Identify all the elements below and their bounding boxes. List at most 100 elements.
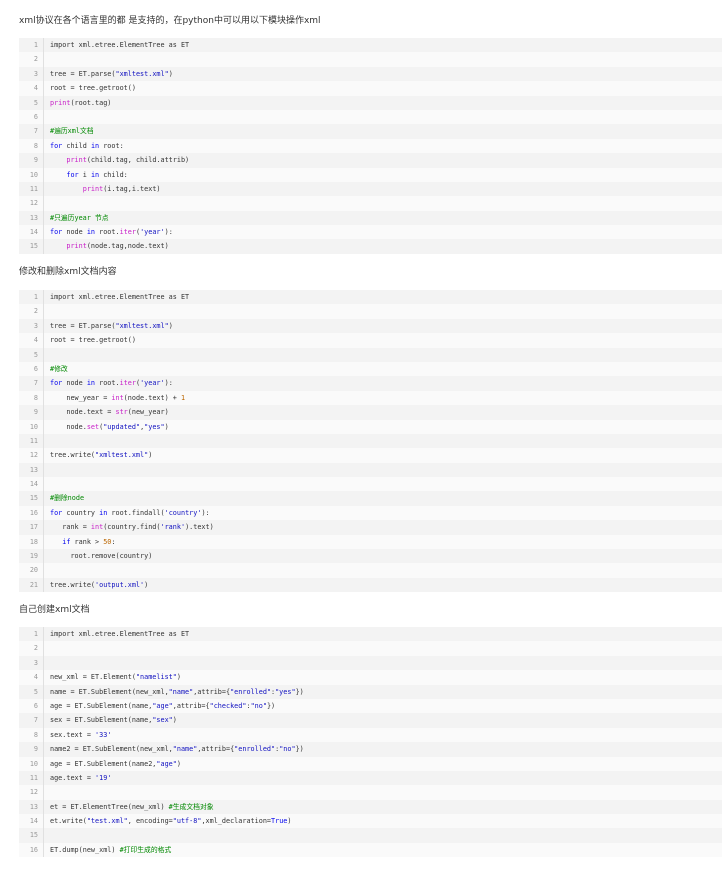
code-line: 12: [19, 785, 722, 800]
code-text: for i in child:: [50, 168, 127, 182]
line-number: 5: [33, 350, 38, 359]
code-token: int: [90, 523, 104, 532]
code-text: #删除node: [50, 491, 84, 505]
code-token: print: [82, 184, 104, 193]
code-token: root.remove(country): [50, 552, 153, 561]
code-text: sex = ET.SubElement(name,"sex"): [50, 713, 177, 727]
code-token: ):: [164, 228, 173, 237]
code-token: "namelist": [135, 673, 177, 682]
code-token: "xmltest.xml": [95, 451, 149, 460]
code-token: ET.dump(new_xml): [50, 845, 120, 854]
code-token: (node.text) +: [123, 393, 181, 402]
code-token: "yes": [144, 422, 165, 431]
code-line: 11: [19, 433, 722, 449]
code-token: "enrolled": [234, 745, 276, 754]
code-token: tree.write(: [50, 451, 96, 460]
code-token: ): [148, 451, 153, 460]
code-token: root:: [99, 141, 124, 150]
code-token: import xml.etree.ElementTree as ET: [50, 293, 190, 301]
code-token: "updated": [103, 422, 141, 431]
code-token: "name": [168, 687, 194, 696]
code-token: print: [66, 242, 87, 251]
code-text: name = ET.SubElement(new_xml,"name",attr…: [50, 685, 304, 699]
gutter-divider: [43, 196, 44, 211]
code-block-create: 1 import xml.etree.ElementTree as ET 2 3 4 ne…: [19, 627, 722, 858]
code-token: root.findall(: [107, 508, 165, 517]
line-number: 9: [33, 408, 38, 417]
code-text: root = tree.getroot(): [50, 333, 136, 347]
gutter-divider: [43, 181, 44, 197]
code-token: import xml.etree.ElementTree as ET: [50, 41, 190, 49]
line-number: 10: [29, 759, 38, 768]
code-token: rank >: [70, 537, 104, 546]
line-number: 1: [33, 293, 38, 301]
code-line: 3: [19, 655, 722, 671]
code-token: #遍历xml文档: [50, 127, 94, 136]
code-text: new_xml = ET.Element("namelist"): [50, 670, 181, 684]
line-number: 9: [33, 156, 38, 165]
gutter-divider: [43, 347, 44, 362]
code-line: 10 age = ET.SubElement(name2,"age"): [19, 756, 722, 771]
gutter-divider: [43, 361, 44, 377]
code-token: root = tree.getroot(): [50, 336, 136, 345]
code-text: print(i.tag,i.text): [50, 182, 161, 196]
line-number: 3: [33, 658, 38, 667]
line-number: 6: [33, 364, 38, 373]
code-line: 15 #删除node: [19, 491, 722, 506]
code-token: 'output.xml': [95, 580, 145, 589]
line-number: 6: [33, 701, 38, 710]
gutter-divider: [43, 167, 44, 182]
code-text: print(child.tag, child.attrib): [50, 153, 189, 167]
gutter-divider: [43, 390, 44, 406]
line-number: 18: [29, 537, 38, 546]
code-line: 12 tree.write("xmltest.xml"): [19, 448, 722, 463]
code-line: 12: [19, 196, 722, 211]
code-token: #生成文档对象: [168, 802, 214, 811]
code-token: "checked": [209, 701, 247, 710]
gutter-divider: [43, 477, 44, 492]
code-line: 2: [19, 304, 722, 319]
line-number: 8: [33, 141, 38, 150]
code-text: tree = ET.parse("xmltest.xml"): [50, 319, 173, 333]
code-token: 'country': [164, 508, 202, 517]
gutter-divider: [43, 318, 44, 334]
code-text: age = ET.SubElement(name2,"age"): [50, 757, 181, 771]
code-text: for country in root.findall('country'):: [50, 506, 210, 520]
code-line: 9 print(child.tag, child.attrib): [19, 153, 722, 168]
line-number: 5: [33, 98, 38, 107]
code-text: import xml.etree.ElementTree as ET: [50, 290, 189, 304]
line-number: 17: [29, 523, 38, 532]
gutter-divider: [43, 799, 44, 815]
code-token: ): [287, 817, 292, 826]
gutter-divider: [43, 38, 44, 53]
gutter-divider: [43, 448, 44, 463]
code-token: (child.tag, child.attrib): [86, 156, 190, 165]
code-token: ): [144, 580, 149, 589]
code-line: 7 sex = ET.SubElement(name,"sex"): [19, 713, 722, 728]
code-line: 6 #修改: [19, 361, 722, 377]
gutter-divider: [43, 842, 44, 858]
code-text: if rank > 50:: [50, 535, 115, 549]
gutter-divider: [43, 491, 44, 506]
code-block-modify-delete: 1 import xml.etree.ElementTree as ET 2 3 tre…: [19, 290, 722, 593]
code-token: et = ET.ElementTree(new_xml): [50, 802, 169, 811]
section-heading-modify-delete: 修改和删除xml文档内容: [19, 267, 117, 277]
code-line: 8 sex.text = '33': [19, 727, 722, 743]
code-token: '19': [95, 773, 112, 782]
code-text: node.text = str(new_year): [50, 405, 168, 419]
code-token: for: [50, 508, 63, 517]
code-text: #修改: [50, 362, 68, 376]
code-text: root = tree.getroot(): [50, 81, 136, 95]
code-text: et = ET.ElementTree(new_xml) #生成文档对象: [50, 800, 214, 814]
gutter-divider: [43, 756, 44, 771]
code-line: 11 age.text = '19': [19, 770, 722, 786]
code-text: tree.write('output.xml'): [50, 578, 148, 592]
code-token: ): [176, 759, 181, 768]
code-token: "name": [172, 745, 198, 754]
code-line: 14 for node in root.iter('year'):: [19, 225, 722, 240]
code-line: 18 if rank > 50:: [19, 534, 722, 550]
code-text: for node in root.iter('year'):: [50, 376, 173, 390]
code-token: ,xml_declaration=: [201, 817, 272, 826]
code-line: 7 #遍历xml文档: [19, 124, 722, 139]
